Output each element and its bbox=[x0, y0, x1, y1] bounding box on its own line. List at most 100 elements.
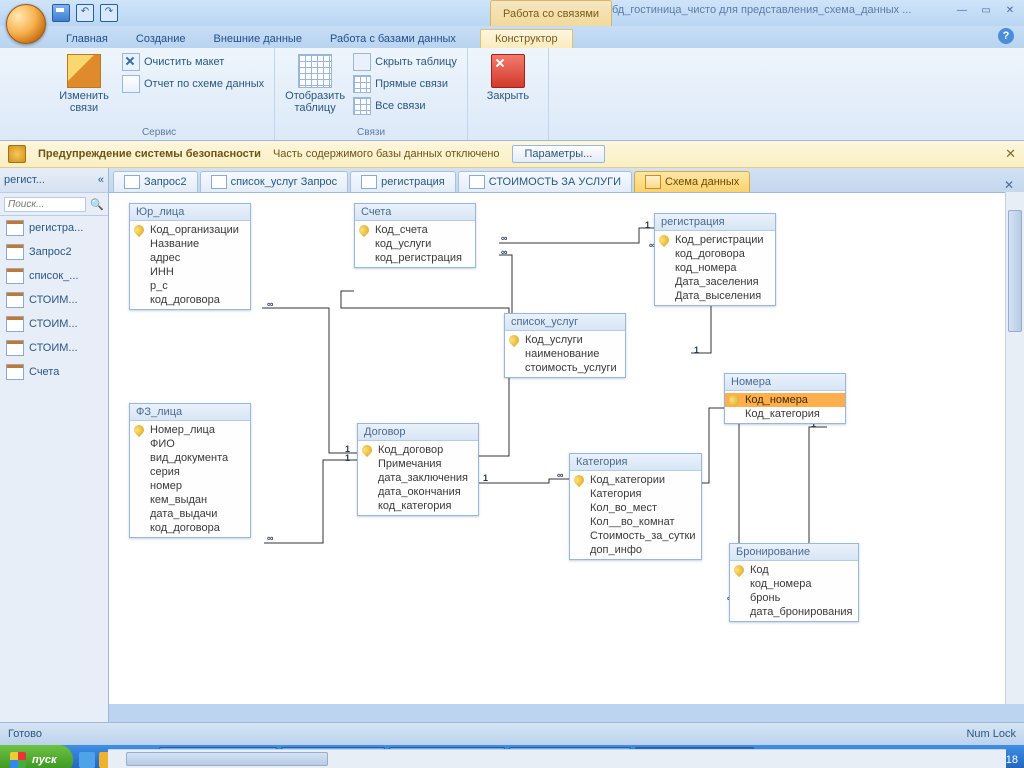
doc-tab-services-query[interactable]: список_услуг Запрос bbox=[200, 171, 349, 192]
table-title[interactable]: регистрация bbox=[655, 214, 775, 231]
nav-collapse-icon[interactable]: « bbox=[98, 174, 104, 186]
table-kateg[interactable]: КатегорияКод_категорииКатегорияКол_во_ме… bbox=[569, 453, 702, 560]
table-field[interactable]: Код_категория bbox=[725, 407, 845, 421]
table-field[interactable]: Код_услуги bbox=[505, 333, 625, 347]
nav-item[interactable]: СТОИМ... bbox=[0, 288, 108, 312]
table-field[interactable]: Дата_выселения bbox=[655, 289, 775, 303]
table-field[interactable]: Код_категории bbox=[570, 473, 701, 487]
nav-item[interactable]: СТОИМ... bbox=[0, 312, 108, 336]
table-field[interactable]: Стоимость_за_сутки bbox=[570, 529, 701, 543]
close-button[interactable]: Закрыть bbox=[476, 52, 540, 104]
table-field[interactable]: доп_инфо bbox=[570, 543, 701, 557]
table-field[interactable]: Категория bbox=[570, 487, 701, 501]
table-jur[interactable]: Юр_лицаКод_организацииНазваниеадресИННр_… bbox=[129, 203, 251, 310]
table-fiz[interactable]: ФЗ_лица Номер_лицаФИОвид_документасерияно… bbox=[129, 403, 251, 538]
table-field[interactable]: адрес bbox=[130, 251, 250, 265]
table-bron[interactable]: БронированиеКодкод_номераброньдата_брони… bbox=[729, 543, 859, 622]
help-icon[interactable]: ? bbox=[998, 28, 1014, 44]
security-options-button[interactable]: Параметры... bbox=[512, 145, 606, 163]
show-table-button[interactable]: Отобразить таблицу bbox=[283, 52, 347, 116]
table-title[interactable]: Договор bbox=[358, 424, 478, 441]
table-field[interactable]: вид_документа bbox=[130, 451, 250, 465]
nav-item[interactable]: регистра... bbox=[0, 216, 108, 240]
table-field[interactable]: Код_номера bbox=[725, 393, 845, 407]
quick-launch-icon[interactable] bbox=[79, 752, 95, 768]
table-field[interactable]: Код bbox=[730, 563, 858, 577]
horizontal-scrollbar[interactable] bbox=[108, 749, 1006, 768]
office-button[interactable] bbox=[6, 4, 46, 44]
table-title[interactable]: Счета bbox=[355, 204, 475, 221]
scroll-thumb[interactable] bbox=[126, 752, 328, 766]
clear-layout-button[interactable]: Очистить макет bbox=[120, 52, 266, 72]
table-field[interactable]: Код_счета bbox=[355, 223, 475, 237]
table-field[interactable]: код_номера bbox=[730, 577, 858, 591]
table-field[interactable]: код_договора bbox=[130, 293, 250, 307]
relationship-report-button[interactable]: Отчет по схеме данных bbox=[120, 74, 266, 94]
table-field[interactable]: Дата_заселения bbox=[655, 275, 775, 289]
doc-tab-query2[interactable]: Запрос2 bbox=[113, 171, 198, 192]
table-scheta[interactable]: Счета Код_счетакод_услугикод_регистрация bbox=[354, 203, 476, 268]
qat-undo-icon[interactable]: ↶ bbox=[76, 4, 94, 22]
table-field[interactable]: код_договора bbox=[130, 521, 250, 535]
start-button[interactable]: пуск bbox=[0, 745, 73, 768]
table-field[interactable]: дата_бронирования bbox=[730, 605, 858, 619]
tab-home[interactable]: Главная bbox=[52, 30, 122, 48]
table-field[interactable]: код_категория bbox=[358, 499, 478, 513]
table-field[interactable]: код_услуги bbox=[355, 237, 475, 251]
table-title[interactable]: Номера bbox=[725, 374, 845, 391]
nav-item[interactable]: список_... bbox=[0, 264, 108, 288]
window-restore-icon[interactable]: ▭ bbox=[978, 3, 994, 17]
table-field[interactable]: Кол_во_мест bbox=[570, 501, 701, 515]
qat-save-icon[interactable] bbox=[52, 4, 70, 22]
table-title[interactable]: Юр_лица bbox=[130, 204, 250, 221]
tab-external-data[interactable]: Внешние данные bbox=[200, 30, 316, 48]
tab-database-tools[interactable]: Работа с базами данных bbox=[316, 30, 470, 48]
table-field[interactable]: Название bbox=[130, 237, 250, 251]
table-nomera[interactable]: Номера Код_номераКод_категория bbox=[724, 373, 846, 424]
table-title[interactable]: список_услуг bbox=[505, 314, 625, 331]
table-title[interactable]: ФЗ_лица bbox=[130, 404, 250, 421]
table-field[interactable]: код_регистрация bbox=[355, 251, 475, 265]
nav-header-label[interactable]: регист... bbox=[4, 174, 45, 186]
nav-item[interactable]: СТОИМ... bbox=[0, 336, 108, 360]
window-close-icon[interactable]: ✕ bbox=[1002, 3, 1018, 17]
table-field[interactable]: ФИО bbox=[130, 437, 250, 451]
table-field[interactable]: номер bbox=[130, 479, 250, 493]
table-field[interactable]: Код_договор bbox=[358, 443, 478, 457]
window-minimize-icon[interactable]: — bbox=[954, 3, 970, 17]
table-field[interactable]: Примечания bbox=[358, 457, 478, 471]
table-field[interactable]: серия bbox=[130, 465, 250, 479]
table-field[interactable]: дата_заключения bbox=[358, 471, 478, 485]
nav-item[interactable]: Счета bbox=[0, 360, 108, 384]
doc-tab-service-cost[interactable]: СТОИМОСТЬ ЗА УСЛУГИ bbox=[458, 171, 632, 192]
qat-redo-icon[interactable]: ↷ bbox=[100, 4, 118, 22]
tab-design[interactable]: Конструктор bbox=[480, 29, 573, 48]
edit-relationships-button[interactable]: Изменить связи bbox=[52, 52, 116, 116]
table-field[interactable]: стоимость_услуги bbox=[505, 361, 625, 375]
table-field[interactable]: Кол__во_комнат bbox=[570, 515, 701, 529]
scroll-thumb[interactable] bbox=[1008, 210, 1022, 332]
table-reg[interactable]: регистрация Код_регистрациикод_договорако… bbox=[654, 213, 776, 306]
doc-tab-registration[interactable]: регистрация bbox=[350, 171, 456, 192]
table-field[interactable]: ИНН bbox=[130, 265, 250, 279]
table-title[interactable]: Бронирование bbox=[730, 544, 858, 561]
table-field[interactable]: Номер_лица bbox=[130, 423, 250, 437]
table-field[interactable]: код_договора bbox=[655, 247, 775, 261]
table-uslug[interactable]: список_услуг Код_услугинаименованиестоимо… bbox=[504, 313, 626, 378]
direct-relationships-button[interactable]: Прямые связи bbox=[351, 74, 459, 94]
doc-tab-schema[interactable]: Схема данных bbox=[634, 171, 750, 192]
vertical-scrollbar[interactable] bbox=[1005, 192, 1024, 704]
table-field[interactable]: код_номера bbox=[655, 261, 775, 275]
table-field[interactable]: р_с bbox=[130, 279, 250, 293]
tab-create[interactable]: Создание bbox=[122, 30, 200, 48]
table-field[interactable]: наименование bbox=[505, 347, 625, 361]
table-field[interactable]: дата_выдачи bbox=[130, 507, 250, 521]
table-title[interactable]: Категория bbox=[570, 454, 701, 471]
table-field[interactable]: дата_окончания bbox=[358, 485, 478, 499]
nav-search-input[interactable] bbox=[4, 197, 86, 212]
table-dogovor[interactable]: Договор Код_договорПримечаниядата_заключе… bbox=[357, 423, 479, 516]
all-relationships-button[interactable]: Все связи bbox=[351, 96, 459, 116]
doc-tab-close-icon[interactable]: ✕ bbox=[1000, 178, 1018, 192]
search-icon[interactable]: 🔍 bbox=[90, 198, 104, 211]
table-field[interactable]: Код_регистрации bbox=[655, 233, 775, 247]
